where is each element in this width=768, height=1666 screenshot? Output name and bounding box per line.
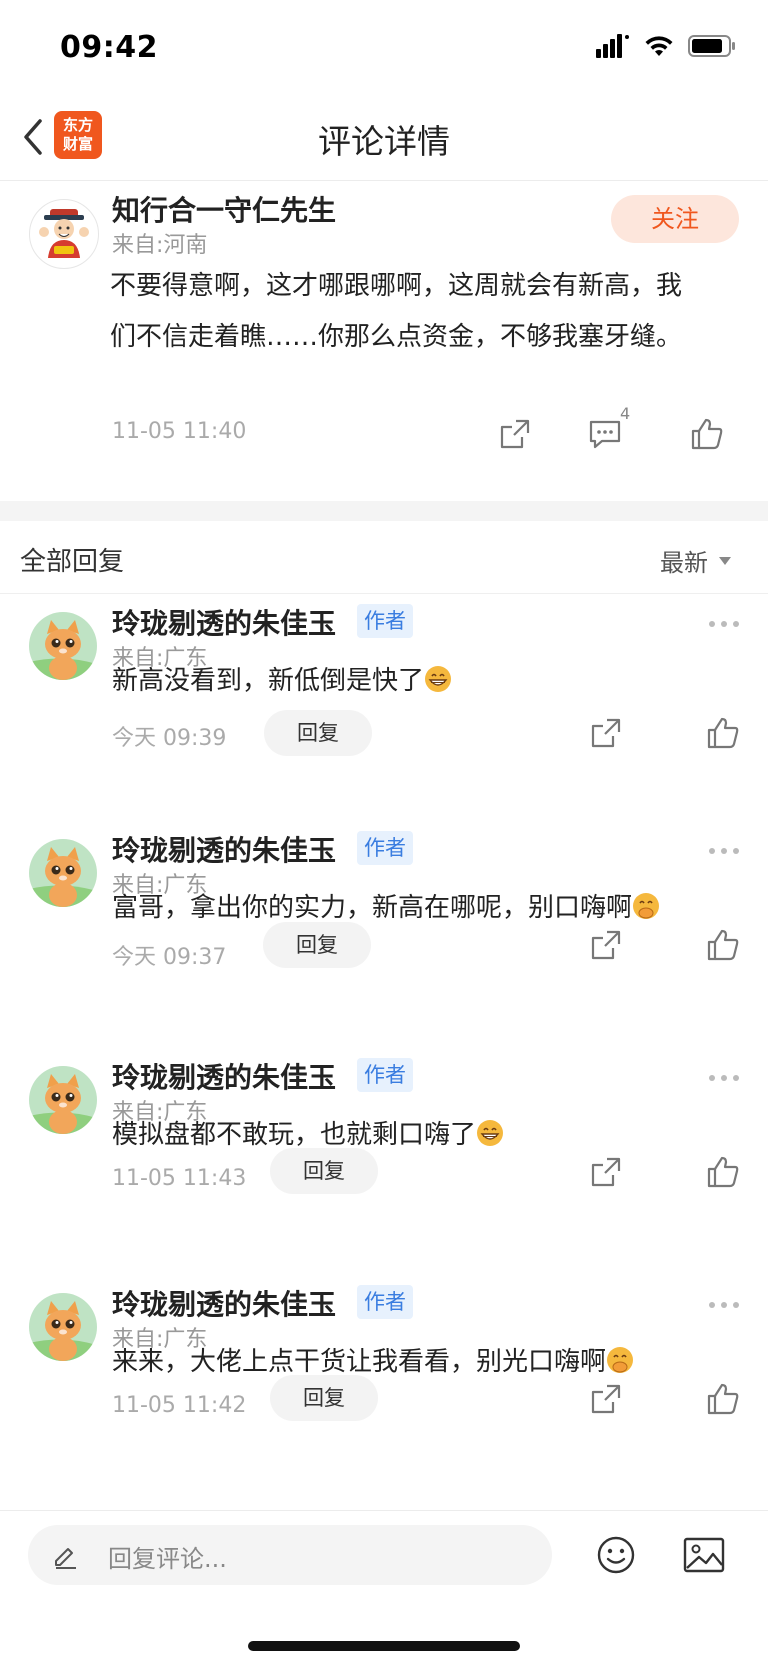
share-icon[interactable] [589,1382,623,1416]
section-divider [0,501,768,521]
location: 来自:河南 [112,233,208,258]
like-icon[interactable] [706,716,740,750]
hand-over-mouth-face-icon [633,893,660,919]
wifi-icon [645,36,673,56]
username[interactable]: 玲珑剔透的朱佳玉 [112,1283,336,1323]
reply-time: 11-05 11:42 [112,1393,247,1418]
hand-over-mouth-face-icon [607,1347,634,1373]
reply-text: 模拟盘都不敢玩，也就剩口嗨了 [112,1120,477,1150]
share-icon[interactable] [589,928,623,962]
reply-content: 富哥，拿出你的实力，新高在哪呢，别口嗨啊 [112,883,660,934]
author-badge: 作者 [357,1285,413,1319]
username[interactable]: 知行合一守仁先生 [112,189,336,229]
avatar[interactable] [29,199,99,269]
share-icon[interactable] [498,417,532,451]
reply-input[interactable]: 回复评论... [28,1525,552,1585]
username[interactable]: 玲珑剔透的朱佳玉 [112,602,336,642]
grinning-face-icon [477,1120,504,1146]
avatar[interactable] [29,612,97,680]
like-icon[interactable] [706,1382,740,1416]
image-icon[interactable] [683,1537,725,1573]
more-icon[interactable] [706,841,742,861]
comment-count: 4 [620,404,631,423]
username[interactable]: 玲珑剔透的朱佳玉 [112,1056,336,1096]
reply-content: 新高没看到，新低倒是快了 [112,656,452,707]
reply-time: 今天 09:39 [112,726,227,751]
reply-item: 玲珑剔透的朱佳玉 作者 来自:广东 模拟盘都不敢玩，也就剩口嗨了 11-05 1… [0,1048,768,1275]
reply-text: 富哥，拿出你的实力，新高在哪呢，别口嗨啊 [112,893,633,923]
comment-time: 11-05 11:40 [112,419,247,444]
avatar[interactable] [29,1066,97,1134]
cat-avatar-icon [29,1066,97,1134]
like-icon[interactable] [706,1155,740,1189]
reply-placeholder: 回复评论... [108,1545,227,1573]
pencil-icon [55,1548,76,1569]
comment-text: 不要得意啊，这才哪跟哪啊，这周就会有新高，我们不信走着瞧……你那么点资金，不够我… [110,271,683,352]
like-icon[interactable] [706,928,740,962]
more-icon[interactable] [706,614,742,634]
follow-button[interactable]: 关注 [611,195,739,243]
reply-button[interactable]: 回复 [270,1148,378,1194]
status-bar: 09:42 [0,0,768,95]
emoji-icon[interactable] [596,1535,636,1575]
nav-bar: 东方 财富 评论详情 [0,95,768,181]
username[interactable]: 玲珑剔透的朱佳玉 [112,829,336,869]
reply-button[interactable]: 回复 [263,922,371,968]
author-badge: 作者 [357,1058,413,1092]
cat-avatar-icon [29,839,97,907]
reply-text: 新高没看到，新低倒是快了 [112,666,425,696]
more-icon[interactable] [706,1295,742,1315]
status-time: 09:42 [60,30,158,65]
reply-button[interactable]: 回复 [264,710,372,756]
reply-time: 11-05 11:43 [112,1166,247,1191]
reply-text: 来来，大佬上点干货让我看看，别光口嗨啊 [112,1347,607,1377]
replies-header: 全部回复 最新 [0,521,768,594]
cat-avatar-icon [29,1293,97,1361]
bottom-bar: 回复评论... [0,1510,768,1666]
main-comment: 知行合一守仁先生 来自:河南 关注 不要得意啊，这才哪跟哪啊，这周就会有新高，我… [0,181,768,501]
cat-avatar-icon [29,612,97,680]
reply-button[interactable]: 回复 [270,1375,378,1421]
reply-item: 玲珑剔透的朱佳玉 作者 来自:广东 富哥，拿出你的实力，新高在哪呢，别口嗨啊 今… [0,821,768,1048]
reply-time: 今天 09:37 [112,945,227,970]
god-of-wealth-avatar-icon [39,209,89,258]
reply-item: 玲珑剔透的朱佳玉 作者 来自:广东 新高没看到，新低倒是快了 今天 09:39 … [0,594,768,821]
more-icon[interactable] [706,1068,742,1088]
status-icons [596,34,736,58]
all-replies-title: 全部回复 [20,547,125,577]
sort-label: 最新 [660,549,708,577]
reply-content: 来来，大佬上点干货让我看看，别光口嗨啊 [112,1337,634,1388]
avatar[interactable] [29,1293,97,1361]
reply-item: 玲珑剔透的朱佳玉 作者 来自:广东 来来，大佬上点干货让我看看，别光口嗨啊 11… [0,1275,768,1502]
battery-icon [688,35,735,57]
signal-icon [596,34,629,58]
author-badge: 作者 [357,831,413,865]
home-indicator [248,1641,520,1651]
avatar[interactable] [29,839,97,907]
share-icon[interactable] [589,716,623,750]
sort-dropdown[interactable]: 最新 [660,543,732,578]
comment-icon[interactable] [588,417,622,451]
like-icon[interactable] [690,417,724,451]
grinning-face-icon [425,666,452,692]
share-icon[interactable] [589,1155,623,1189]
author-badge: 作者 [357,604,413,638]
page-title: 评论详情 [318,122,450,161]
caret-down-icon [719,556,731,565]
